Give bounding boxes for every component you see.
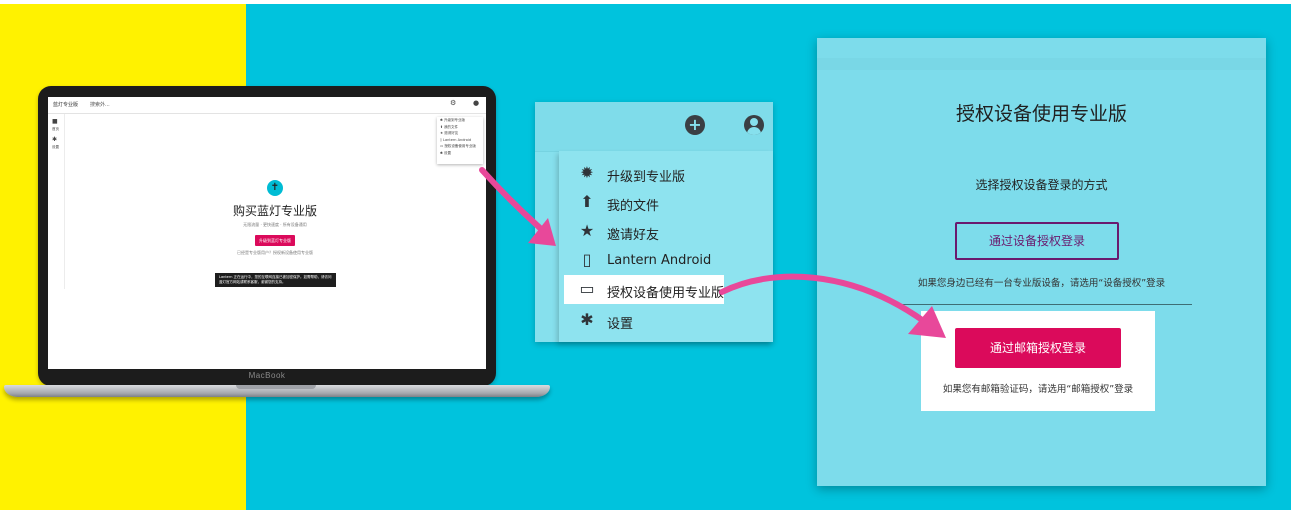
callout-arrows bbox=[479, 167, 946, 338]
arrow-menu-to-dialog bbox=[719, 273, 928, 325]
arrow-laptop-to-menu bbox=[479, 167, 543, 231]
